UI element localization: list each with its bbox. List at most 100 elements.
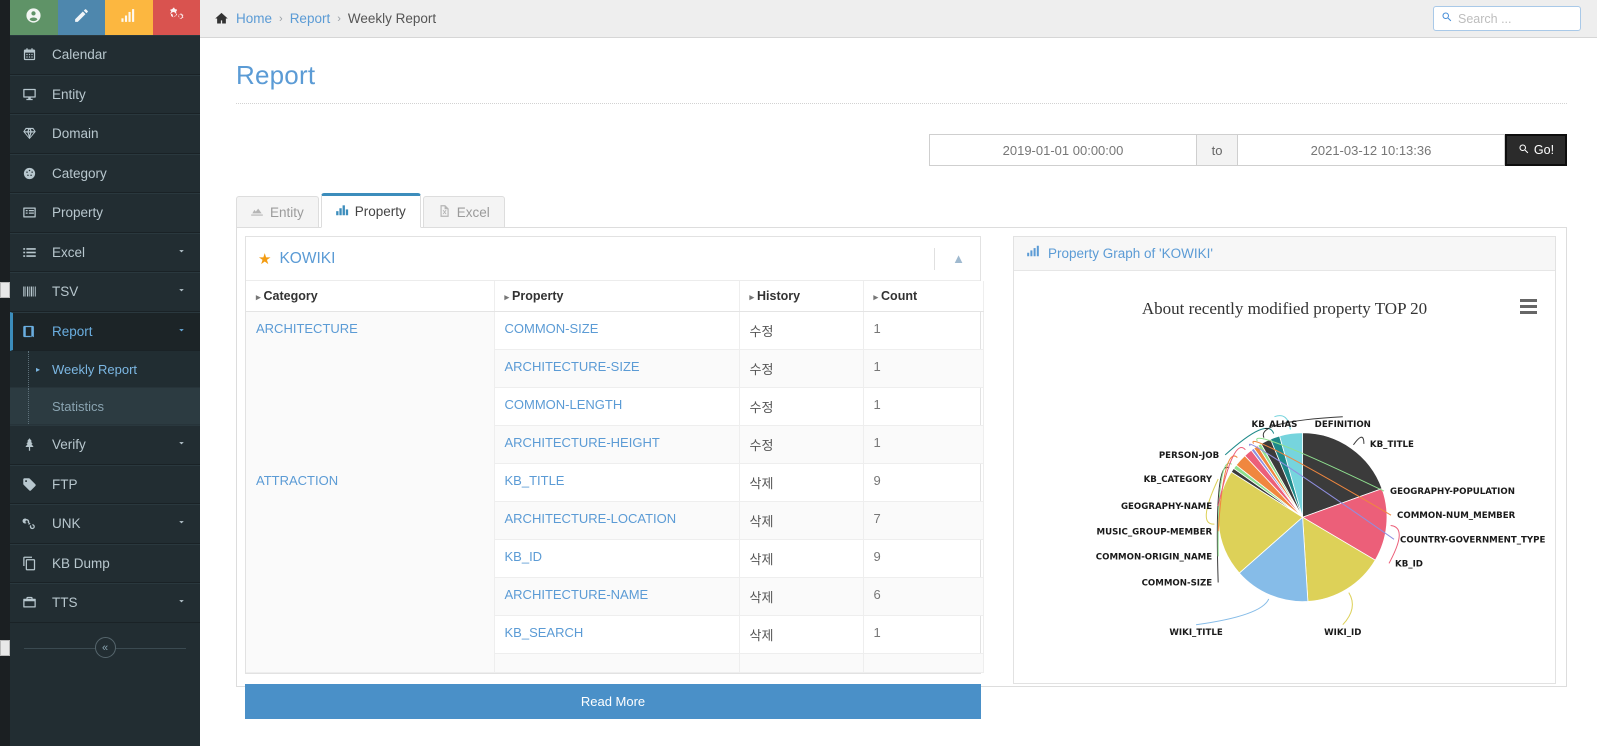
pie-slice-label: DEFINITION — [1315, 420, 1371, 430]
column-header-count[interactable]: ▸ Count — [863, 281, 984, 312]
sidebar-item-ftp[interactable]: FTP — [10, 464, 200, 504]
sidebar-collapse-button[interactable]: « — [94, 637, 116, 658]
breadcrumb-item-home[interactable]: Home — [236, 11, 272, 26]
tab-property[interactable]: Property — [320, 193, 421, 228]
tab-entity[interactable]: Entity — [236, 196, 319, 228]
property-link[interactable]: KB_TITLE — [505, 473, 565, 488]
tab-bar: Entity Property Excel — [236, 193, 1567, 228]
chevron-up-icon[interactable]: ▲ — [949, 251, 968, 266]
column-header-property[interactable]: ▸ Property — [494, 281, 740, 312]
sidebar-subitem-weekly-report[interactable]: ▸ Weekly Report — [10, 351, 200, 388]
edge-tab-bottom[interactable] — [0, 640, 10, 656]
pie-slice-label: KB_ID — [1395, 559, 1423, 569]
pie-slice-label: PERSON-JOB — [1159, 451, 1219, 461]
pie-slice-label: COUNTRY-GOVERNMENT_TYPE — [1400, 535, 1545, 545]
property-cell[interactable]: KB_SEARCH — [494, 615, 740, 654]
sidebar-item-calendar[interactable]: Calendar — [10, 35, 200, 75]
search-input[interactable] — [1458, 11, 1573, 26]
sidebar-brand-icon-bar — [10, 0, 200, 35]
bar-chart-icon-button[interactable] — [105, 0, 153, 35]
empty-cell — [863, 653, 984, 673]
sidebar-item-label: Excel — [52, 244, 86, 260]
property-cell[interactable]: ARCHITECTURE-LOCATION — [494, 501, 740, 540]
sidebar-item-tts[interactable]: TTS — [10, 583, 200, 623]
breadcrumb-item-weekly-report: Weekly Report — [347, 11, 437, 26]
bar-chart-icon — [120, 7, 137, 29]
column-header-history[interactable]: ▸ History — [739, 281, 864, 312]
table-row[interactable]: ARCHITECTURE COMMON-SIZE 수정 1 — [246, 311, 984, 464]
date-until-input[interactable]: 2021-03-12 10:13:36 — [1237, 134, 1505, 166]
property-cell[interactable]: COMMON-SIZE — [494, 311, 740, 350]
chevron-down-icon — [176, 284, 190, 299]
pie-slice-label: WIKI_TITLE — [1169, 628, 1222, 638]
breadcrumb-separator: › — [337, 12, 341, 25]
sidebar-item-verify[interactable]: Verify — [10, 425, 200, 465]
sidebar-item-unk[interactable]: UNK — [10, 504, 200, 544]
pie-slice-label: WIKI_ID — [1324, 628, 1361, 638]
category-cell[interactable]: ARCHITECTURE — [246, 311, 495, 464]
history-cell: 수정 — [739, 425, 864, 464]
property-link[interactable]: COMMON-LENGTH — [505, 397, 623, 412]
breadcrumb-item-report[interactable]: Report — [290, 11, 331, 26]
sidebar-item-category[interactable]: Category — [10, 153, 200, 193]
home-icon[interactable] — [214, 11, 229, 26]
pie-slice-label: KB_TITLE — [1370, 440, 1414, 450]
left-edge-strip — [0, 0, 10, 746]
read-more-button[interactable]: Read More — [245, 684, 981, 719]
go-button[interactable]: Go! — [1505, 134, 1567, 166]
tab-label: Entity — [270, 205, 304, 220]
property-cell[interactable]: KB_ID — [494, 539, 740, 578]
gears-icon-button[interactable] — [152, 0, 200, 35]
pie-slice-label: GEOGRAPHY-POPULATION — [1390, 487, 1515, 497]
sidebar-item-tsv[interactable]: TSV — [10, 272, 200, 312]
property-link[interactable]: COMMON-SIZE — [505, 321, 599, 336]
property-cell[interactable]: KB_TITLE — [494, 463, 740, 502]
property-link[interactable]: ARCHITECTURE-HEIGHT — [505, 435, 660, 450]
column-header-category[interactable]: ▸ Category — [246, 281, 495, 312]
property-cell[interactable]: COMMON-LENGTH — [494, 387, 740, 426]
pencil-icon-button[interactable] — [57, 0, 105, 35]
kowiki-title: KOWIKI — [279, 249, 336, 267]
date-range-group: 2019-01-01 00:00:00 to 2021-03-12 10:13:… — [929, 134, 1567, 166]
column-label: Category — [263, 289, 318, 303]
sidebar-item-label: Calendar — [52, 47, 107, 63]
bar-chart-icon — [335, 203, 349, 220]
property-cell[interactable]: ARCHITECTURE-HEIGHT — [494, 425, 740, 464]
sidebar-item-domain[interactable]: Domain — [10, 114, 200, 154]
tab-panel-property: ★ KOWIKI ▲ ▸ Category ▸ Property ▸ Histo… — [236, 227, 1567, 719]
property-link[interactable]: ARCHITECTURE-NAME — [505, 587, 649, 602]
pie-slice-label: COMMON-ORIGIN_NAME — [1096, 552, 1212, 562]
gears-icon — [168, 7, 185, 29]
property-cell[interactable]: ARCHITECTURE-SIZE — [494, 349, 740, 388]
property-link[interactable]: ARCHITECTURE-SIZE — [505, 359, 640, 374]
property-table-body: ARCHITECTURE COMMON-SIZE 수정 1 ARCHITECTU… — [246, 311, 984, 673]
search-container — [1433, 6, 1581, 31]
sidebar-item-label: Entity — [52, 86, 86, 102]
sidebar-item-property[interactable]: Property — [10, 193, 200, 233]
user-icon-button[interactable] — [10, 0, 58, 35]
sidebar-item-label: UNK — [52, 516, 81, 532]
category-cell[interactable]: ATTRACTION — [246, 463, 495, 654]
sidebar-item-entity[interactable]: Entity — [10, 74, 200, 114]
search-box[interactable] — [1433, 6, 1581, 31]
sidebar-subitem-statistics[interactable]: Statistics — [10, 388, 200, 425]
property-link[interactable]: ARCHITECTURE-LOCATION — [505, 511, 677, 526]
sidebar-item-excel[interactable]: Excel — [10, 232, 200, 272]
history-cell: 삭제 — [739, 463, 864, 502]
sidebar: Calendar Entity Domain Category Property… — [10, 0, 200, 746]
edge-tab-top[interactable] — [0, 282, 10, 298]
property-cell[interactable]: ARCHITECTURE-NAME — [494, 577, 740, 616]
property-link[interactable]: KB_ID — [505, 549, 543, 564]
desktop-icon — [22, 87, 44, 102]
sidebar-item-report[interactable]: Report — [10, 311, 200, 351]
tab-excel[interactable]: Excel — [422, 196, 505, 228]
tree-icon — [22, 437, 44, 452]
user-icon — [25, 7, 42, 29]
search-icon — [1518, 143, 1530, 158]
history-cell: 삭제 — [739, 539, 864, 578]
count-cell: 9 — [863, 539, 984, 578]
date-from-input[interactable]: 2019-01-01 00:00:00 — [929, 134, 1197, 166]
sidebar-item-kb-dump[interactable]: KB Dump — [10, 543, 200, 583]
table-row[interactable]: ATTRACTION KB_TITLE 삭제 9 — [246, 463, 984, 654]
property-link[interactable]: KB_SEARCH — [505, 625, 584, 640]
